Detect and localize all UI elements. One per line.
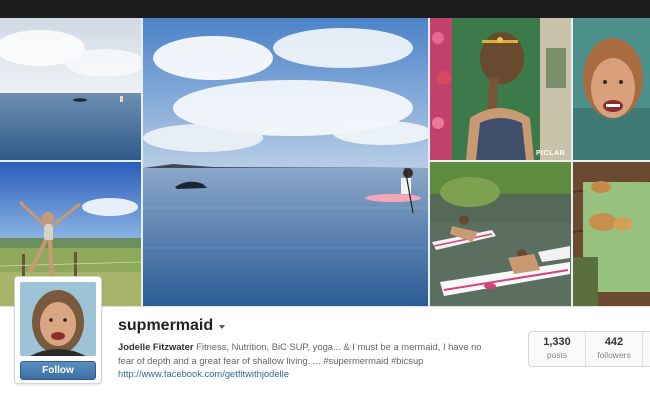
photo-tile-paddleboard-yoga[interactable]: [430, 162, 571, 306]
piclab-watermark: PICLAB: [536, 150, 566, 157]
website-link[interactable]: http://www.facebook.com/getfitwithjodell…: [118, 368, 289, 379]
avatar[interactable]: [20, 282, 96, 356]
photo-tile-braided-hair[interactable]: [430, 18, 571, 160]
username: supmermaid: [118, 317, 214, 334]
chevron-down-icon[interactable]: [219, 325, 226, 329]
profile-bio: Jodelle Fitzwater Fitness, Nutrition, Bi…: [118, 340, 494, 368]
top-nav-bar: [0, 0, 650, 18]
stat-value: 442: [604, 336, 624, 348]
stat-followers[interactable]: 442 followers: [586, 332, 643, 366]
bio-text-line1: Fitness, Nutrition, BiC SUP, yoga... & I…: [196, 341, 482, 352]
follow-button[interactable]: Follow: [20, 361, 96, 380]
photo-tile-ocean-horizon[interactable]: [0, 18, 141, 160]
photo-mosaic: PICLAB: [0, 18, 650, 306]
photo-tile-whale-paddleboard[interactable]: [143, 18, 428, 306]
photo-tile-smile-water[interactable]: [573, 18, 650, 160]
profile-avatar-card: Follow: [14, 276, 102, 384]
bio-text-line2: fear of depth and a great fear of shallo…: [118, 355, 424, 366]
stat-label: followers: [597, 350, 631, 360]
stat-posts[interactable]: 1,330 posts: [529, 332, 586, 366]
stat-label: posts: [546, 350, 568, 360]
photo-tile-food-table[interactable]: [573, 162, 650, 306]
full-name: Jodelle Fitzwater: [118, 341, 194, 352]
stat-value: 1,330: [543, 336, 571, 348]
username-row[interactable]: supmermaid: [118, 316, 226, 336]
profile-stats: 1,330 posts 442 followers: [528, 331, 650, 367]
